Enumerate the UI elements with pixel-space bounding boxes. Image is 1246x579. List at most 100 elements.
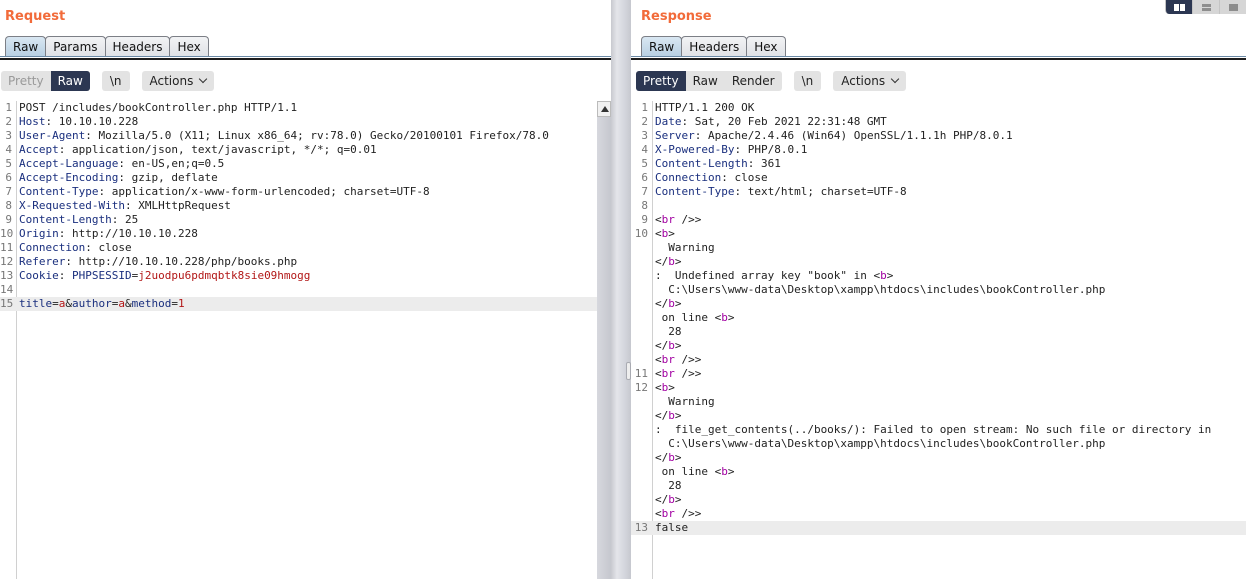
header-name: Accept-Encoding: [19, 171, 119, 184]
tag-close: >: [674, 409, 682, 422]
text: 28: [655, 325, 682, 338]
line-content: 28: [655, 479, 681, 493]
response-raw-button[interactable]: Raw: [686, 71, 725, 91]
tag-name: b: [880, 269, 887, 282]
header-colon: :: [65, 255, 79, 268]
line-number: 11: [634, 367, 648, 380]
header-value: Mozilla/5.0 (X11; Linux x86_64; rv:78.0)…: [98, 129, 549, 142]
text: false: [655, 521, 689, 534]
request-pretty-button[interactable]: Pretty: [1, 71, 51, 91]
code-line: <br />>: [631, 353, 1246, 367]
tag-close: >: [886, 269, 894, 282]
request-actions-button[interactable]: Actions: [141, 71, 215, 91]
request-tabs: Raw Params Headers Hex: [5, 36, 209, 57]
text: on line: [655, 311, 715, 324]
line-number: 9: [641, 213, 648, 226]
tag-open: </: [655, 297, 669, 310]
line-content: HTTP/1.1 200 OK: [655, 101, 754, 115]
tag-open: <: [655, 381, 662, 394]
header-colon: :: [85, 241, 99, 254]
text: POST /includes/bookController.php HTTP/1…: [19, 101, 298, 114]
line-number: 7: [641, 185, 648, 198]
request-tab-raw[interactable]: Raw: [5, 36, 47, 57]
line-content: <br />>: [655, 507, 701, 521]
line-content: false: [655, 521, 688, 535]
request-tab-params[interactable]: Params: [45, 36, 106, 57]
code-line: 5 Accept-Language: en-US,en;q=0.5: [0, 157, 611, 171]
header-name: Content-Type: [655, 185, 735, 198]
line-content: X-Requested-With: XMLHttpRequest: [19, 199, 231, 213]
line-content: X-Powered-By: PHP/8.0.1: [655, 143, 807, 157]
tag-open: </: [655, 409, 669, 422]
code-line: 28: [631, 479, 1246, 493]
request-toolbar: Pretty Raw \n Actions: [1, 71, 215, 91]
tag-close: >: [727, 311, 735, 324]
code-line: 10 <b>: [631, 227, 1246, 241]
tag-open: <: [655, 367, 662, 380]
code-line: 5 Content-Length: 361: [631, 157, 1246, 171]
request-tab-headers[interactable]: Headers: [104, 36, 171, 57]
request-raw-button[interactable]: Raw: [50, 71, 90, 91]
layout-split-vertical-button[interactable]: [1192, 0, 1219, 14]
line-number: 10: [0, 227, 14, 240]
request-scrollbar[interactable]: [597, 101, 611, 579]
line-number: 14: [0, 283, 14, 296]
response-tabs: Raw Headers Hex: [641, 36, 786, 57]
line-content: Date: Sat, 20 Feb 2021 22:31:48 GMT: [655, 115, 887, 129]
tag-close: >: [674, 339, 682, 352]
line-content: on line <b>: [655, 465, 735, 479]
header-value: close: [98, 241, 132, 254]
request-pane: Request Raw Params Headers Hex Pretty Ra…: [0, 0, 611, 579]
response-tab-hex[interactable]: Hex: [746, 36, 786, 57]
tag-name: br: [661, 507, 675, 520]
response-tab-raw[interactable]: Raw: [641, 36, 683, 57]
response-tab-headers[interactable]: Headers: [681, 36, 748, 57]
line-content: Referer: http://10.10.10.228/php/books.p…: [19, 255, 297, 269]
layout-single-pane-button[interactable]: [1219, 0, 1246, 14]
header-value: XMLHttpRequest: [138, 199, 231, 212]
code-line: : file_get_contents(../books/): Failed t…: [631, 423, 1246, 437]
line-number: 12: [0, 255, 14, 268]
text: C:\Users\www-data\Desktop\xampp\htdocs\i…: [655, 437, 1106, 450]
tab-separator: [0, 58, 611, 60]
code-line: 3 User-Agent: Mozilla/5.0 (X11; Linux x86…: [0, 129, 611, 143]
line-number: 4: [5, 143, 12, 156]
scroll-up-icon[interactable]: [597, 101, 611, 117]
response-view-mode: Pretty Raw Render: [636, 71, 782, 91]
header-value: 361: [760, 157, 781, 170]
request-tab-hex[interactable]: Hex: [169, 36, 209, 57]
header-value: text/html; charset=UTF-8: [747, 185, 907, 198]
line-content: Cookie: PHPSESSID=j2uodpu6pdmqbtk8sie09h…: [19, 269, 310, 283]
code-line: 28: [631, 325, 1246, 339]
line-content: </b>: [655, 339, 682, 353]
response-actions-button[interactable]: Actions: [833, 71, 907, 91]
request-newline-toggle[interactable]: \n: [101, 71, 130, 91]
line-number: 6: [5, 171, 12, 184]
code-line: </b>: [631, 409, 1246, 423]
request-editor[interactable]: 1 POST /includes/bookController.php HTTP/…: [0, 101, 611, 579]
header-colon: :: [118, 157, 132, 170]
response-render-button[interactable]: Render: [725, 71, 782, 91]
layout-split-horizontal-button[interactable]: [1165, 0, 1192, 14]
code-line: 12 Referer: http://10.10.10.228/php/books…: [0, 255, 611, 269]
header-colon: :: [747, 157, 761, 170]
response-toolbar: Pretty Raw Render \n Actions: [636, 71, 907, 91]
tab-underline: [631, 56, 1246, 57]
line-number: 15: [0, 297, 14, 310]
line-content: </b>: [655, 493, 682, 507]
response-newline-toggle[interactable]: \n: [793, 71, 822, 91]
response-pretty-button[interactable]: Pretty: [636, 71, 686, 91]
line-content: Content-Length: 361: [655, 157, 781, 171]
request-view-mode: Pretty Raw: [1, 71, 90, 91]
code-line: 11 <br />>: [631, 367, 1246, 381]
header-value: Sat, 20 Feb 2021 22:31:48 GMT: [694, 115, 887, 128]
header-name: Accept-Language: [19, 157, 119, 170]
header-name: Connection: [655, 171, 722, 184]
tag-close: >: [668, 381, 675, 394]
code-line: C:\Users\www-data\Desktop\xampp\htdocs\i…: [631, 283, 1246, 297]
header-colon: :: [98, 185, 112, 198]
tag-close: >: [668, 227, 675, 240]
pane-divider[interactable]: [611, 0, 631, 579]
response-editor[interactable]: 1 HTTP/1.1 200 OK 2 Date: Sat, 20 Feb 2021 …: [631, 101, 1246, 579]
line-content: Warning: [655, 395, 714, 409]
